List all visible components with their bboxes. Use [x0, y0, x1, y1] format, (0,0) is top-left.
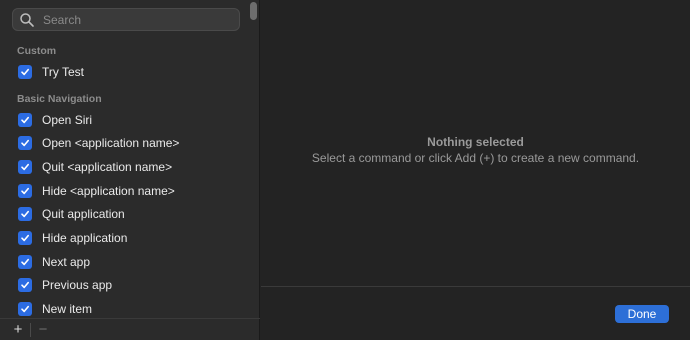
list-item[interactable]: Quit application [0, 202, 250, 226]
checkbox[interactable] [18, 207, 32, 222]
item-label: Next app [42, 254, 91, 269]
checkbox[interactable] [18, 183, 32, 198]
search-field[interactable] [12, 8, 240, 31]
checkmark-icon [21, 163, 29, 171]
checkmark-icon [21, 211, 29, 218]
search-input[interactable] [41, 11, 225, 28]
item-label: Quit application [42, 207, 125, 222]
command-list: Custom Try Test Basic Navigation Open Si… [0, 38, 250, 318]
item-label: New item [42, 302, 93, 317]
checkbox[interactable] [18, 159, 32, 174]
search-icon [20, 12, 34, 27]
sidebar-footer: + − [0, 318, 260, 340]
list-item[interactable]: Hide application [0, 226, 250, 250]
item-label: Previous app [42, 278, 113, 293]
checkmark-icon [21, 282, 29, 289]
done-button[interactable]: Done [615, 305, 669, 323]
checkbox[interactable] [18, 278, 32, 293]
checkbox[interactable] [18, 64, 32, 79]
item-label: Hide <application name> [42, 183, 175, 198]
scrollbar-thumb[interactable] [250, 2, 257, 20]
item-label: Open Siri [42, 112, 93, 127]
list-item[interactable]: Try Test [0, 60, 250, 84]
item-label: Open <application name> [42, 136, 180, 151]
checkmark-icon [21, 258, 29, 265]
bottom-bar: Done [261, 286, 690, 340]
checkmark-icon [21, 116, 29, 123]
remove-command-button[interactable]: − [33, 320, 53, 340]
item-label: Hide application [42, 230, 128, 245]
empty-state-title: Nothing selected [427, 135, 524, 149]
checkbox[interactable] [18, 112, 32, 127]
list-item[interactable]: Next app [0, 250, 250, 274]
command-sidebar: Custom Try Test Basic Navigation Open Si… [0, 0, 260, 340]
section-header-basic-navigation: Basic Navigation [17, 92, 102, 105]
list-item[interactable]: Open Siri [0, 108, 250, 132]
checkmark-icon [21, 305, 29, 313]
list-item[interactable]: Previous app [0, 274, 250, 298]
list-item[interactable]: Hide <application name> [0, 179, 250, 203]
item-label: Quit <application name> [42, 159, 173, 174]
checkbox[interactable] [18, 136, 32, 151]
detail-pane: Nothing selected Select a command or cli… [261, 0, 690, 286]
checkbox[interactable] [18, 302, 32, 317]
voice-control-commands-window: Custom Try Test Basic Navigation Open Si… [0, 0, 690, 340]
list-item[interactable]: Quit <application name> [0, 155, 250, 179]
section-header-custom: Custom [17, 45, 57, 57]
add-command-button[interactable]: + [8, 320, 28, 340]
footer-divider [30, 322, 31, 337]
list-item[interactable]: New item [0, 297, 250, 318]
item-label: Try Test [42, 64, 85, 79]
checkmark-icon [21, 68, 29, 76]
checkbox[interactable] [18, 230, 32, 245]
checkbox[interactable] [18, 254, 32, 269]
checkmark-icon [21, 234, 29, 242]
empty-state-subtitle: Select a command or click Add (+) to cre… [311, 151, 640, 165]
checkmark-icon [21, 140, 29, 147]
checkmark-icon [21, 187, 29, 194]
list-item[interactable]: Open <application name> [0, 131, 250, 155]
